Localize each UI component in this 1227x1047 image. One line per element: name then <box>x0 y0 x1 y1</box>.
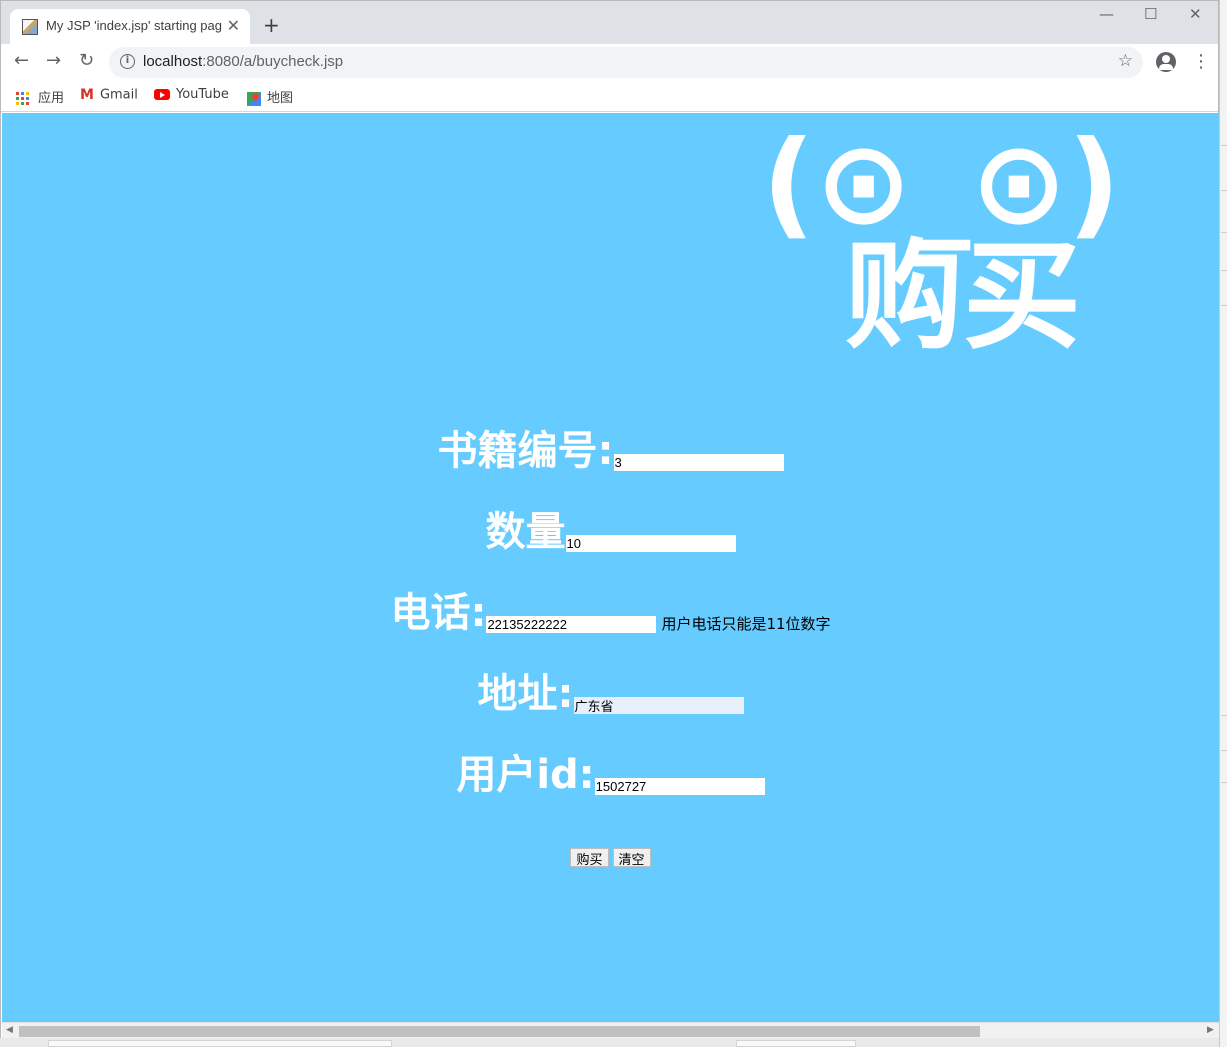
maps-icon <box>247 91 261 106</box>
site-info-icon[interactable]: i <box>120 54 135 69</box>
window-close-icon[interactable]: ✕ <box>1189 5 1202 23</box>
bookmark-label: YouTube <box>176 87 229 102</box>
form-row-book-id: 书籍编号: <box>2 427 1219 475</box>
maximize-icon[interactable]: ☐ <box>1144 5 1157 23</box>
apps-grid-icon <box>16 91 30 106</box>
bookmark-label: Gmail <box>99 87 138 103</box>
page-favicon-icon <box>22 19 38 35</box>
user-id-label: 用户id: <box>456 752 595 798</box>
url-text[interactable]: localhost:8080/a/buycheck.jsp <box>143 53 343 70</box>
address-bar[interactable]: i localhost:8080/a/buycheck.jsp ☆ <box>109 47 1143 78</box>
back-icon[interactable]: ← <box>14 50 29 71</box>
quantity-label: 数量 <box>485 509 566 555</box>
url-host: localhost <box>143 53 203 70</box>
browser-menu-icon[interactable]: ⋮ <box>1192 51 1210 72</box>
phone-validation-hint: 用户电话只能是11位数字 <box>661 615 831 633</box>
profile-avatar-icon[interactable] <box>1156 52 1176 72</box>
browser-toolbar: ← → ↻ i localhost:8080/a/buycheck.jsp ☆ … <box>1 44 1218 82</box>
address-label: 地址: <box>477 671 574 717</box>
buy-button[interactable]: 购买 <box>570 848 609 868</box>
quantity-input[interactable] <box>565 535 736 552</box>
scrollbar-thumb[interactable] <box>19 1026 980 1037</box>
scroll-left-icon[interactable]: ◀ <box>6 1025 13 1035</box>
user-id-input[interactable] <box>594 778 765 795</box>
gmail-icon: M <box>80 87 94 103</box>
tab-close-icon[interactable]: ✕ <box>227 16 240 35</box>
form-row-quantity: 数量 <box>2 508 1219 556</box>
bookmarks-bar: 应用 M Gmail YouTube 地图 <box>1 82 1218 112</box>
bookmark-youtube[interactable]: YouTube <box>154 87 229 102</box>
bookmark-label: 应用 <box>38 91 65 106</box>
forward-icon[interactable]: → <box>46 50 61 71</box>
tab-bar: My JSP 'index.jsp' starting page ✕ + — ☐… <box>1 1 1218 44</box>
book-id-input[interactable] <box>613 454 784 471</box>
book-id-label: 书籍编号: <box>437 428 614 474</box>
tab-active[interactable]: My JSP 'index.jsp' starting page ✕ <box>10 9 250 44</box>
phone-input[interactable] <box>486 616 657 633</box>
form-row-user-id: 用户id: <box>2 751 1219 799</box>
scroll-right-icon[interactable]: ▶ <box>1207 1025 1214 1035</box>
new-tab-icon[interactable]: + <box>263 13 280 37</box>
form-row-address: 地址: <box>2 670 1219 718</box>
clear-button[interactable]: 清空 <box>612 848 651 868</box>
taskbar-strip <box>0 1038 1219 1047</box>
form-row-phone: 电话: 用户电话只能是11位数字 <box>2 589 1219 637</box>
page-viewport: (⊙_⊙) 购买 书籍编号: 数量 电话: 用户电话只能是11位数字 地址: 用… <box>2 113 1219 1022</box>
address-input[interactable] <box>573 697 744 714</box>
phone-label: 电话: <box>390 590 487 636</box>
form-buttons: 购买 清空 <box>2 848 1219 868</box>
tab-title: My JSP 'index.jsp' starting page <box>46 18 222 33</box>
url-path: :8080/a/buycheck.jsp <box>202 53 344 70</box>
bookmark-maps[interactable]: 地图 <box>247 87 293 106</box>
youtube-icon <box>154 89 170 100</box>
browser-window: My JSP 'index.jsp' starting page ✕ + — ☐… <box>0 0 1219 1047</box>
page-title: 购买 <box>845 227 1082 365</box>
bookmark-star-icon[interactable]: ☆ <box>1118 51 1133 71</box>
bookmark-gmail[interactable]: M Gmail <box>80 87 138 103</box>
bookmark-label: 地图 <box>267 91 294 106</box>
minimize-icon[interactable]: — <box>1099 5 1114 23</box>
horizontal-scrollbar[interactable]: ◀ ▶ <box>2 1022 1219 1039</box>
reload-icon[interactable]: ↻ <box>79 50 94 71</box>
bookmark-apps[interactable]: 应用 <box>16 87 64 106</box>
background-window-edge <box>1219 0 1227 1047</box>
